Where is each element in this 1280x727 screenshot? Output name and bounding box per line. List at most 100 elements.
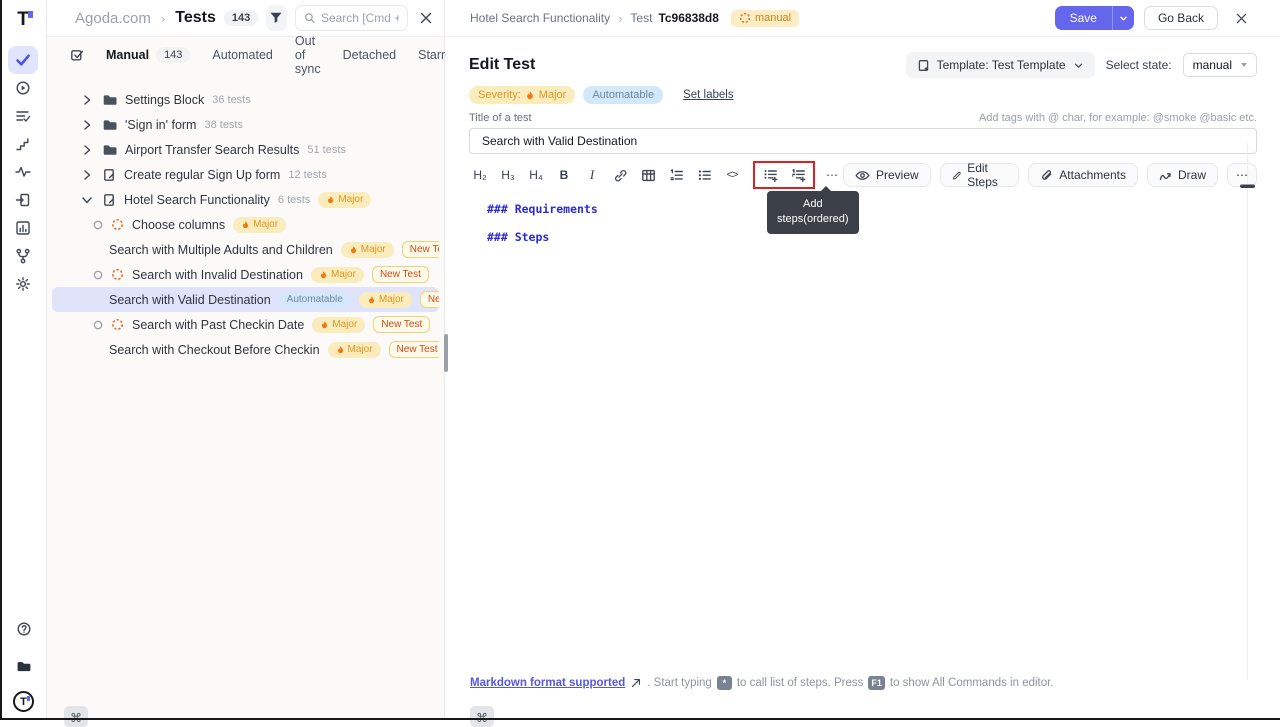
save-dropdown-button[interactable]: [1112, 6, 1134, 30]
go-back-button[interactable]: Go Back: [1144, 6, 1218, 30]
manual-spinner-icon: [111, 218, 124, 231]
markdown-editor[interactable]: ### Requirements ### Steps: [469, 202, 1257, 258]
toolbar-code-button[interactable]: <>: [721, 164, 743, 186]
nav-import[interactable]: [8, 186, 38, 214]
tree-row-test[interactable]: Search with Multiple Adults and Children…: [52, 237, 439, 262]
tree-row-folder[interactable]: Airport Transfer Search Results 51 tests: [52, 137, 439, 162]
document-icon: [102, 193, 116, 207]
state-select[interactable]: manual: [1183, 53, 1257, 77]
tree-row-folder[interactable]: 'Sign in' form 38 tests: [52, 112, 439, 137]
breadcrumb-suite[interactable]: Hotel Search Functionality: [470, 11, 610, 25]
nav-runs[interactable]: [8, 74, 38, 102]
bulk-select-button[interactable]: [70, 42, 84, 68]
tab-automated[interactable]: Automated: [212, 48, 272, 62]
edit-steps-button[interactable]: Edit Steps: [940, 163, 1020, 187]
toolbar-more-button[interactable]: ⋯: [821, 164, 843, 186]
state-value: manual: [1193, 58, 1232, 72]
set-labels-link[interactable]: Set labels: [683, 89, 734, 101]
workspace-avatar[interactable]: T: [13, 691, 34, 712]
tree-row-test[interactable]: Search with Past Checkin Date Major New …: [52, 312, 439, 337]
nav-tests[interactable]: [8, 46, 38, 74]
nav-branches[interactable]: [8, 242, 38, 270]
toolbar-h3-button[interactable]: H₃: [497, 164, 519, 186]
severity-badge: Major: [359, 292, 412, 308]
severity-badge: Major: [233, 217, 286, 233]
tree-row-suite[interactable]: Create regular Sign Up form 12 tests: [52, 162, 439, 187]
toolbar-ordered-list-button[interactable]: [665, 164, 687, 186]
test-circle-icon[interactable]: [93, 220, 103, 230]
test-circle-icon[interactable]: [93, 320, 103, 330]
tests-tree: Settings Block 36 tests 'Sign in' form 3…: [47, 87, 444, 362]
search-input[interactable]: [321, 11, 399, 25]
tree-row-test[interactable]: Search with Checkout Before Checkin Majo…: [52, 337, 439, 362]
tests-filter-tabs: Manual143 Automated Out of sync Detached…: [47, 37, 444, 72]
tree-row-folder[interactable]: Settings Block 36 tests: [52, 87, 439, 112]
help-button[interactable]: [9, 615, 39, 643]
chevron-right-icon[interactable]: [80, 118, 94, 132]
severity-badge[interactable]: Severity: Major: [469, 86, 575, 104]
nav-analytics[interactable]: [8, 214, 38, 242]
panel-resize-handle[interactable]: [1240, 184, 1255, 188]
editor-footer: Markdown format supported . Start typing…: [470, 676, 1054, 690]
toolbar-h4-button[interactable]: H₄: [525, 164, 547, 186]
chevron-right-icon[interactable]: [80, 143, 94, 157]
draw-button[interactable]: Draw: [1147, 163, 1218, 187]
tree-scrollbar-thumb[interactable]: [444, 334, 448, 372]
template-button[interactable]: Template: Test Template: [906, 52, 1095, 78]
nav-steps[interactable]: [8, 130, 38, 158]
nav-plans[interactable]: [8, 102, 38, 130]
preview-label: Preview: [876, 168, 919, 182]
tab-detached[interactable]: Detached: [343, 48, 397, 62]
manual-spinner-icon: [111, 268, 124, 281]
toolbar-italic-button[interactable]: I: [581, 164, 603, 186]
toolbar-h2-button[interactable]: H₂: [469, 164, 491, 186]
close-panel-button[interactable]: [416, 5, 436, 31]
tags-hint: Add tags with @ char, for example: @smok…: [979, 112, 1257, 124]
toolbar-add-steps-ordered-button[interactable]: [787, 164, 809, 186]
tree-row-test[interactable]: Search with Invalid Destination Major Ne…: [52, 262, 439, 287]
chevron-right-icon[interactable]: [80, 168, 94, 182]
nav-pulse[interactable]: [8, 158, 38, 186]
preview-button[interactable]: Preview: [843, 163, 931, 187]
select-state-label: Select state:: [1106, 58, 1172, 72]
tree-header: Agoda.com › Tests 143: [47, 0, 444, 37]
toolbar-bullet-list-button[interactable]: [693, 164, 715, 186]
flame-icon: [319, 270, 328, 280]
chevron-down-icon[interactable]: [80, 193, 94, 207]
toolbar-bold-button[interactable]: B: [553, 164, 575, 186]
tab-out-of-sync[interactable]: Out of sync: [295, 34, 321, 76]
search-icon: [304, 11, 315, 25]
filter-button[interactable]: [266, 5, 286, 31]
save-button[interactable]: Save: [1055, 6, 1112, 30]
test-label: Search with Past Checkin Date: [132, 318, 304, 332]
severity-prefix: Severity:: [478, 89, 521, 101]
attachments-button[interactable]: Attachments: [1028, 163, 1138, 187]
tree-row-test-selected[interactable]: Search with Valid Destination Automatabl…: [52, 287, 439, 312]
ordered-list-icon: [669, 168, 683, 182]
add-steps-ordered-icon: [791, 168, 806, 183]
bullet-list-icon: [697, 168, 711, 182]
nav-settings[interactable]: [8, 270, 38, 298]
breadcrumb-project[interactable]: Agoda.com: [75, 10, 151, 27]
toolbar-add-steps-button[interactable]: [759, 164, 781, 186]
document-icon: [102, 168, 116, 182]
automatable-badge[interactable]: Automatable: [583, 86, 663, 104]
editor-line: ### Requirements: [487, 202, 1257, 230]
markdown-help-link[interactable]: Markdown format supported: [470, 677, 625, 689]
app-logo[interactable]: T: [17, 9, 29, 35]
manual-count-badge: 143: [156, 47, 190, 63]
toolbar-table-button[interactable]: [637, 164, 659, 186]
new-test-badge: New Test: [402, 241, 439, 258]
toolbar-link-button[interactable]: [609, 164, 631, 186]
test-title-input[interactable]: [469, 128, 1257, 154]
tests-tree-panel: Agoda.com › Tests 143 Manual143 Automate…: [47, 0, 445, 720]
close-editor-button[interactable]: [1228, 5, 1254, 31]
docs-button[interactable]: [9, 653, 39, 681]
tree-row-test[interactable]: Choose columns Major: [52, 212, 439, 237]
flame-icon: [241, 220, 250, 230]
tree-row-suite-expanded[interactable]: Hotel Search Functionality 6 tests Major: [52, 187, 439, 212]
test-circle-icon[interactable]: [93, 270, 103, 280]
chevron-right-icon[interactable]: [80, 93, 94, 107]
tab-manual[interactable]: Manual143: [106, 47, 190, 63]
gear-icon: [15, 276, 31, 292]
